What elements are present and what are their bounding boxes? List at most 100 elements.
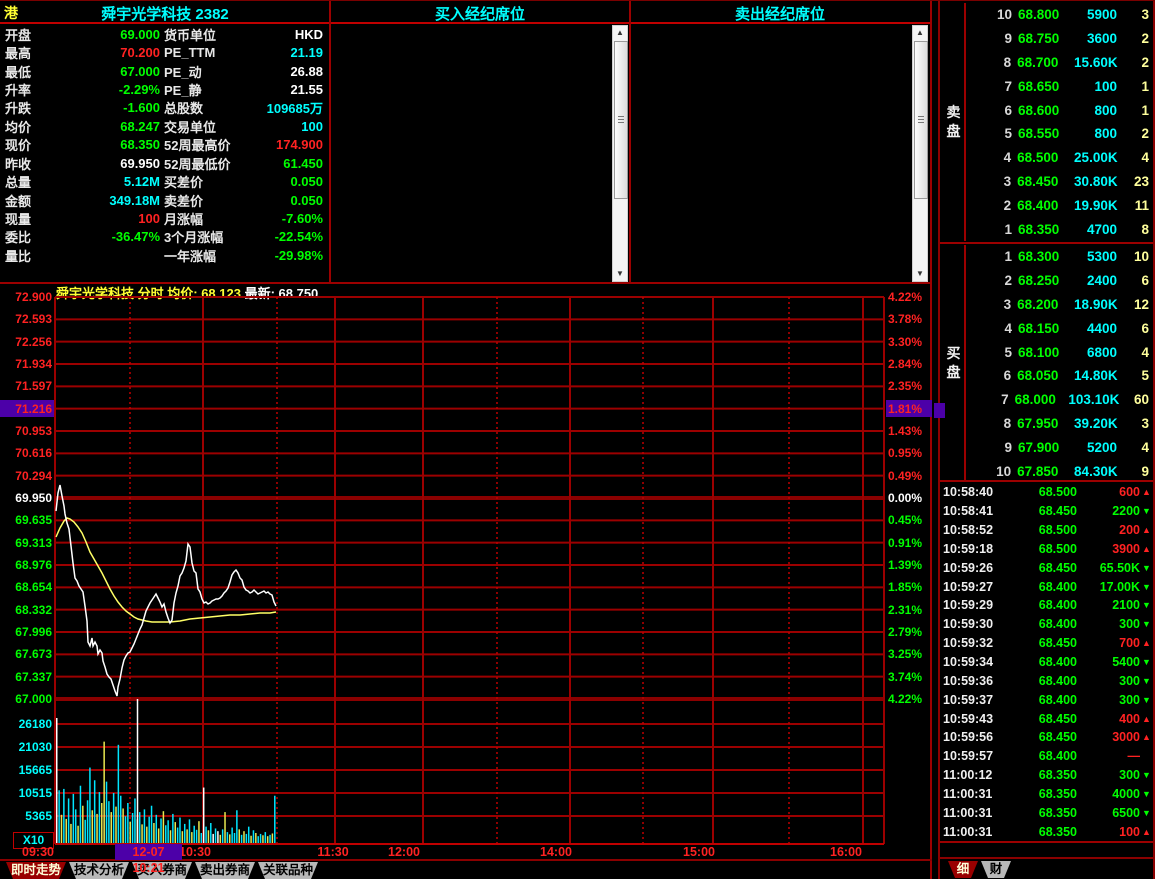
scroll-down-icon[interactable]: ▼ <box>913 267 927 281</box>
order-book-row[interactable]: 368.20018.90K12 <box>966 293 1153 317</box>
order-book-row[interactable]: 568.10068004 <box>966 340 1153 364</box>
divider <box>940 841 1153 843</box>
sell-broker-scrollbar[interactable]: ▲ ▼ <box>912 25 928 282</box>
order-book-row[interactable]: 968.75036002 <box>966 27 1153 51</box>
volume-bar <box>186 829 188 843</box>
order-book-row[interactable]: 468.15044006 <box>966 316 1153 340</box>
divider <box>0 22 330 24</box>
order-book-row[interactable]: 268.40019.90K11 <box>966 193 1153 217</box>
order-book-row[interactable]: 768.000103.10K60 <box>966 388 1153 412</box>
order-book-row[interactable]: 967.90052004 <box>966 435 1153 459</box>
level-volume: 800 <box>1076 103 1117 118</box>
order-book-row[interactable]: 168.300530010 <box>966 245 1153 269</box>
buy-broker-scrollbar[interactable]: ▲ ▼ <box>612 25 628 282</box>
chart-canvas[interactable] <box>0 283 932 861</box>
volume-bar <box>224 812 226 843</box>
field-value: 174.900 <box>260 137 330 152</box>
info-row: 升跌-1.600总股数109685万 <box>0 99 330 117</box>
volume-bar <box>87 800 89 843</box>
y-axis-percent-label: 1.43% <box>888 423 922 439</box>
info-row: 昨收69.95052周最低价61.450 <box>0 154 330 172</box>
field-value: 61.450 <box>260 156 330 171</box>
level-number: 1 <box>966 222 1012 237</box>
tab-即时走势[interactable]: 即时走势 <box>6 862 66 879</box>
field-label: 交易单位 <box>160 117 260 136</box>
tick-time: 10:59:56 <box>940 730 1009 744</box>
field-value: 69.950 <box>67 156 160 171</box>
tick-price: 68.400 <box>1009 580 1077 594</box>
tab-财[interactable]: 财 <box>981 861 1011 878</box>
order-book-row[interactable]: 668.05014.80K5 <box>966 364 1153 388</box>
volume-bar <box>222 829 224 843</box>
order-book-row[interactable]: 868.70015.60K2 <box>966 51 1153 75</box>
y-axis-percent-label: 2.35% <box>888 378 922 394</box>
field-label: 量比 <box>0 246 67 265</box>
y-axis-percent-label: 4.22% <box>888 691 922 707</box>
buy-side-block: 买盘 168.300530010268.25024006368.20018.90… <box>940 245 1153 481</box>
volume-axis-label: 5365 <box>0 808 52 824</box>
tab-细[interactable]: 细 <box>948 861 978 878</box>
buy-broker-panel: 买入经纪席位 ▲ ▼ <box>330 1 630 283</box>
down-arrow-icon: ▼ <box>1140 657 1153 667</box>
tab-卖出券商[interactable]: 卖出券商 <box>195 862 255 879</box>
volume-bar <box>236 810 238 843</box>
sell-side-label: 卖盘 <box>940 3 967 241</box>
y-axis-price-label: 70.294 <box>0 468 52 484</box>
field-value: 69.000 <box>67 27 160 42</box>
volume-bar <box>129 822 131 843</box>
level-order-count: 4 <box>1117 345 1153 360</box>
divider <box>329 1 331 283</box>
field-value: 68.350 <box>67 137 160 152</box>
tick-trade-row: 10:59:5768.400— <box>940 747 1153 766</box>
tab-关联品种[interactable]: 关联品种 <box>258 862 318 879</box>
level-number: 9 <box>966 440 1012 455</box>
tick-time: 10:59:27 <box>940 580 1009 594</box>
level-order-count: 6 <box>1117 321 1153 336</box>
order-book-row[interactable]: 867.95039.20K3 <box>966 412 1153 436</box>
level-number: 7 <box>966 392 1009 407</box>
tick-volume: 100 <box>1077 825 1140 839</box>
order-book-row[interactable]: 1068.80059003 <box>966 3 1153 27</box>
volume-bar <box>210 823 212 843</box>
volume-bar <box>125 816 127 843</box>
field-label: 现量 <box>0 209 67 228</box>
order-book-row[interactable]: 668.6008001 <box>966 98 1153 122</box>
x-axis-time-label: 16:00 <box>826 845 866 859</box>
scroll-up-icon[interactable]: ▲ <box>613 26 627 40</box>
tab-技术分析[interactable]: 技术分析 <box>69 862 129 879</box>
down-arrow-icon: ▼ <box>1140 770 1153 780</box>
volume-bar <box>255 833 257 843</box>
scroll-down-icon[interactable]: ▼ <box>613 267 627 281</box>
order-book-row[interactable]: 268.25024006 <box>966 269 1153 293</box>
volume-axis-label: 21030 <box>0 739 52 755</box>
order-book-row[interactable]: 768.6501001 <box>966 74 1153 98</box>
volume-bar <box>115 807 117 843</box>
scroll-up-icon[interactable]: ▲ <box>913 26 927 40</box>
divider <box>940 480 1153 482</box>
volume-bar <box>196 830 198 843</box>
y-axis-price-label: 67.000 <box>0 691 52 707</box>
volume-bar <box>217 831 219 843</box>
field-value: -29.98% <box>260 248 330 263</box>
field-label: 52周最低价 <box>160 154 260 173</box>
level-volume: 103.10K <box>1068 392 1119 407</box>
field-label: 最高 <box>0 43 67 62</box>
scrollbar-thumb[interactable] <box>914 41 928 199</box>
intraday-chart[interactable]: 舜宇光学科技 分时 均价: 68.123 最新: 68.750 72.90072… <box>0 283 932 861</box>
level-volume: 15.60K <box>1074 55 1118 70</box>
field-value: 68.247 <box>67 119 160 134</box>
order-book-row[interactable]: 468.50025.00K4 <box>966 146 1153 170</box>
volume-bar <box>108 801 110 843</box>
volume-bar <box>111 812 113 843</box>
order-book-row[interactable]: 568.5508002 <box>966 122 1153 146</box>
order-book-row[interactable]: 168.35047008 <box>966 217 1153 241</box>
scrollbar-thumb[interactable] <box>614 41 628 199</box>
volume-bar <box>151 806 153 843</box>
tick-volume: 200 <box>1077 523 1140 537</box>
level-order-count: 9 <box>1118 464 1153 479</box>
y-axis-percent-label: 2.79% <box>888 624 922 640</box>
order-book-row[interactable]: 368.45030.80K23 <box>966 170 1153 194</box>
divider <box>630 22 930 24</box>
level-volume: 6800 <box>1076 345 1117 360</box>
tick-time: 10:59:18 <box>940 542 1009 556</box>
